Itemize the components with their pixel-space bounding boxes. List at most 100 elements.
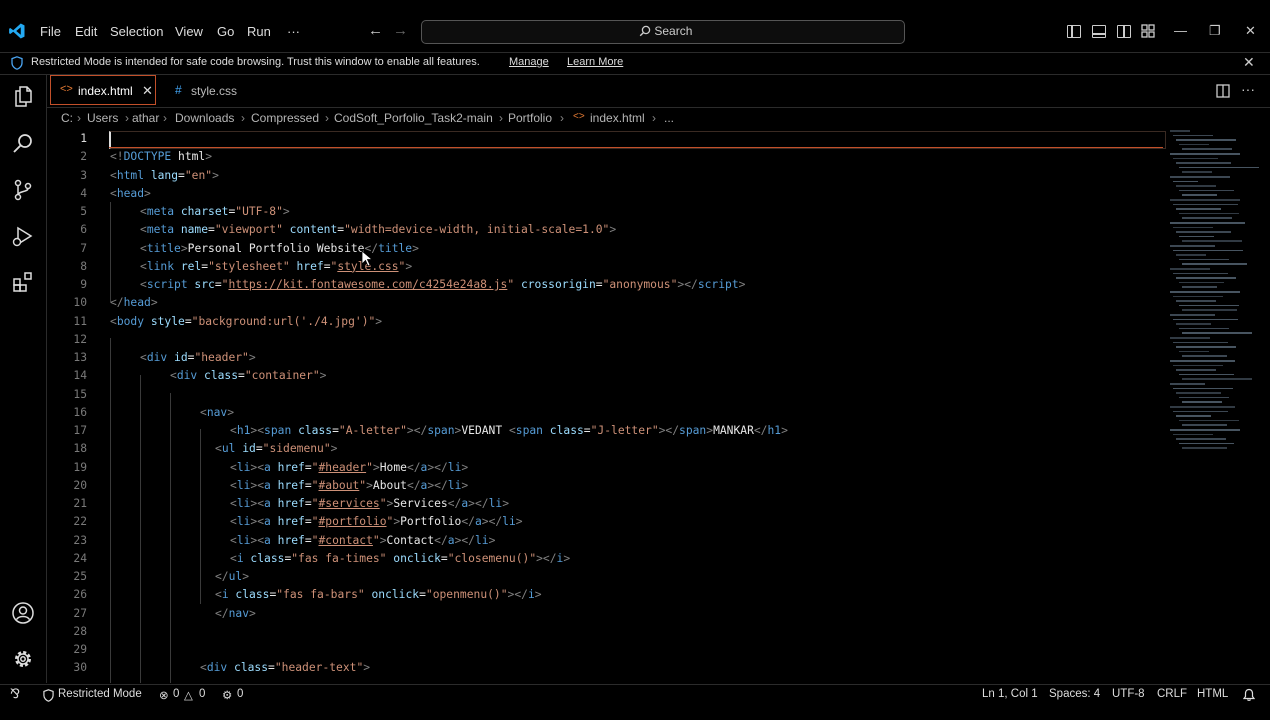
code-text: <h1><span class="A-letter"></span>VEDANT… (230, 422, 788, 440)
code-editor[interactable]: 1 2 <!DOCTYPE html> 3 <html lang="en"> 4 <head… (47, 130, 1270, 683)
warning-count[interactable]: 0 (199, 688, 205, 700)
code-line[interactable]: 24 <i class="fas fa-times" onclick="close… (47, 550, 1167, 568)
toggle-panel-icon[interactable] (1092, 25, 1106, 38)
indentation[interactable]: Spaces: 4 (1049, 688, 1100, 700)
breadcrumb-item[interactable]: Compressed (251, 111, 319, 125)
code-line[interactable]: 10 </head> (47, 294, 1167, 312)
source-control-icon[interactable] (11, 178, 35, 202)
code-token: = (178, 168, 185, 182)
code-line[interactable]: 8<link rel="stylesheet" href="style.css"… (47, 258, 1167, 276)
breadcrumb-item[interactable]: index.html (590, 111, 645, 125)
code-token: meta (146, 223, 175, 237)
code-line[interactable]: 26 <i class="fas fa-bars" onclick="openme… (47, 586, 1167, 604)
encoding[interactable]: UTF-8 (1112, 688, 1145, 700)
tab-close-icon[interactable]: ✕ (142, 83, 153, 99)
tab-style-css[interactable]: # style.css (161, 75, 265, 107)
menu-more[interactable]: ··· (287, 24, 300, 39)
code-line[interactable]: 25 </ul> (47, 568, 1167, 586)
code-line[interactable]: 12 (47, 331, 1167, 349)
code-line[interactable]: 1 (47, 130, 1167, 148)
code-token: = (255, 442, 263, 456)
code-line[interactable]: 28 (47, 623, 1167, 641)
remote-icon[interactable]: ⅋ (10, 686, 20, 702)
breadcrumb-item[interactable]: athar (132, 111, 159, 125)
breadcrumb-item[interactable]: CodSoft_Porfolio_Task2-main (334, 111, 493, 125)
code-line[interactable]: 15 (47, 386, 1167, 404)
toggle-primary-sidebar-icon[interactable] (1067, 25, 1081, 38)
language-mode[interactable]: HTML (1197, 688, 1228, 700)
manage-link[interactable]: Manage (509, 56, 549, 68)
accounts-icon[interactable] (11, 601, 35, 625)
code-token: > (379, 533, 387, 547)
code-line[interactable]: 19 <li><a href="#header">Home</a></li> (47, 459, 1167, 477)
minimize-icon[interactable]: — (1174, 23, 1187, 38)
code-line[interactable]: 2 <!DOCTYPE html> (47, 148, 1167, 166)
gear-icon[interactable] (11, 647, 35, 671)
vscode-logo-icon[interactable] (8, 22, 26, 40)
menu-run[interactable]: Run (247, 24, 271, 39)
extensions-icon[interactable] (11, 270, 35, 294)
back-arrow-icon[interactable]: ← (368, 22, 383, 39)
code-line[interactable]: 13 <div id="header"> (47, 349, 1167, 367)
breadcrumb-item[interactable]: ... (664, 111, 674, 125)
code-token: < (230, 551, 237, 565)
code-line[interactable]: 29 (47, 641, 1167, 659)
customize-layout-icon[interactable] (1141, 24, 1155, 38)
code-line[interactable]: 4 <head> (47, 185, 1167, 203)
explorer-icon[interactable] (11, 84, 35, 108)
code-line[interactable]: 17 <h1><span class="A-letter"></span>VEDA… (47, 422, 1167, 440)
search-icon[interactable] (11, 131, 35, 155)
code-line[interactable]: 21 <li><a href="#services">Services</a></… (47, 495, 1167, 513)
code-line[interactable]: 27 </nav> (47, 605, 1167, 623)
menu-selection[interactable]: Selection (110, 24, 163, 39)
code-line[interactable]: 7 <title>Personal Portfolio Website</titl… (47, 240, 1167, 258)
menu-file[interactable]: File (40, 24, 61, 39)
restore-icon[interactable]: ❐ (1209, 23, 1221, 39)
breadcrumb-item[interactable]: C: (61, 111, 73, 125)
code-line[interactable]: 20 <li><a href="#about">About</a></li> (47, 477, 1167, 495)
code-token: < (200, 405, 207, 419)
tab-index-html[interactable]: <> index.html ✕ (50, 75, 156, 105)
breadcrumb-item[interactable]: Portfolio (508, 111, 552, 125)
ports-count[interactable]: 0 (237, 688, 243, 700)
code-token: > (366, 478, 373, 492)
learn-more-link[interactable]: Learn More (567, 56, 623, 68)
code-text: <!DOCTYPE html> (110, 148, 212, 166)
menu-view[interactable]: View (175, 24, 203, 39)
code-token: < (140, 223, 147, 237)
code-token: > (461, 460, 469, 474)
code-line[interactable]: 11 <body style="background:url('./4.jpg')… (47, 313, 1167, 331)
minimap[interactable] (1170, 130, 1259, 460)
code-token: = (332, 424, 339, 437)
breadcrumb-item[interactable]: Downloads (175, 111, 234, 125)
code-line[interactable]: 6 <meta name="viewport" content="width=de… (47, 221, 1167, 239)
error-count[interactable]: 0 (173, 688, 179, 700)
close-window-icon[interactable]: ✕ (1245, 23, 1256, 39)
code-line[interactable]: 14 <div class="container"> (47, 367, 1167, 385)
breadcrumb-item[interactable]: Users (87, 111, 118, 125)
split-editor-icon[interactable] (1216, 84, 1230, 98)
line-ending[interactable]: CRLF (1157, 688, 1187, 700)
code-line[interactable]: 30 <div class="header-text"> (47, 659, 1167, 677)
code-line[interactable]: 5 <meta charset="UTF-8"> (47, 203, 1167, 221)
more-actions-icon[interactable]: ··· (1241, 81, 1255, 97)
code-line[interactable]: 23 <li><a href="#contact">Contact</a></li… (47, 532, 1167, 550)
search-box[interactable]: Search (421, 20, 905, 44)
code-token: </ (406, 460, 421, 474)
toggle-secondary-sidebar-icon[interactable] (1117, 25, 1131, 38)
code-line[interactable]: 18 <ul id="sidemenu"> (47, 440, 1167, 458)
code-line[interactable]: 22 <li><a href="#portfolio">Portfolio</a>… (47, 513, 1167, 531)
code-line[interactable]: 9 <script src="https://kit.fontawesome.co… (47, 276, 1167, 294)
menu-edit[interactable]: Edit (75, 24, 97, 39)
cursor-position[interactable]: Ln 1, Col 1 (982, 688, 1038, 700)
bell-icon[interactable] (1243, 688, 1255, 702)
menu-go[interactable]: Go (217, 24, 234, 39)
code-token: a (264, 478, 271, 492)
restricted-mode-status[interactable]: Restricted Mode (58, 688, 142, 700)
banner-close-icon[interactable]: ✕ (1243, 54, 1255, 71)
run-debug-icon[interactable] (11, 224, 35, 248)
code-line[interactable]: 16 <nav> (47, 404, 1167, 422)
code-token: title (146, 241, 181, 255)
code-line[interactable]: 3 <html lang="en"> (47, 167, 1167, 185)
forward-arrow-icon[interactable]: → (393, 22, 408, 39)
